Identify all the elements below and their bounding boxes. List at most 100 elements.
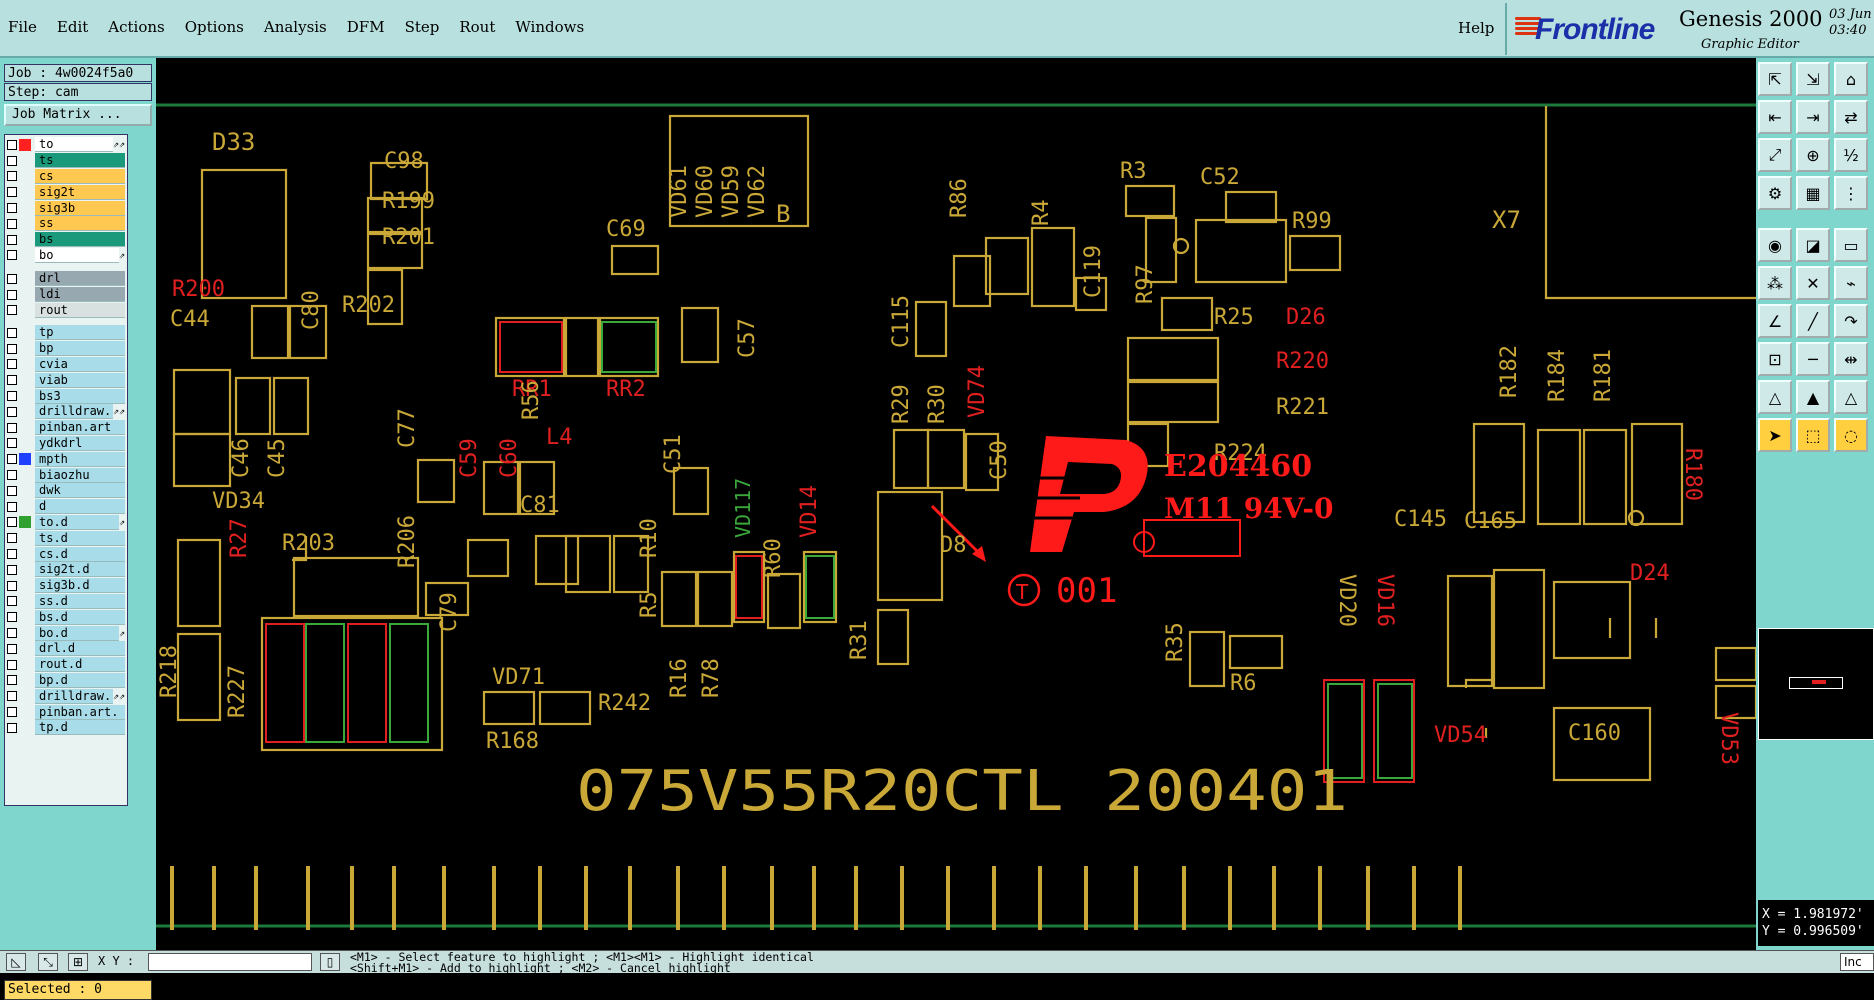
designator-c165[interactable]: C165 xyxy=(1464,509,1517,534)
tool-zoom-fit-icon[interactable]: ⤢ xyxy=(1758,138,1792,172)
layer-row[interactable]: drilldraw. ⇗⇗ xyxy=(7,404,127,420)
designator-vd59[interactable]: VD59 xyxy=(719,165,744,218)
designator-vd117[interactable]: VD117 xyxy=(731,478,755,538)
layer-row[interactable]: to.d ⇗ xyxy=(7,514,127,531)
layer-name[interactable]: drilldraw. xyxy=(35,404,113,420)
layer-name[interactable]: sig3b.d xyxy=(35,578,125,594)
layer-checkbox[interactable] xyxy=(7,218,17,229)
grid-toggle-icon[interactable]: ⊞ xyxy=(68,953,88,971)
layer-name[interactable]: cvia xyxy=(35,356,125,372)
layer-checkbox[interactable] xyxy=(7,580,17,591)
tool-connect-icon[interactable]: ⁂ xyxy=(1758,266,1792,300)
tool-measure-icon[interactable]: ◉ xyxy=(1758,228,1792,262)
designator-vd62[interactable]: VD62 xyxy=(745,165,770,218)
layer-name[interactable]: ldi xyxy=(35,287,125,303)
layer-name[interactable]: pinban.art xyxy=(35,420,125,436)
designator-r31[interactable]: R31 xyxy=(847,620,872,660)
designator-b[interactable]: B xyxy=(776,200,790,228)
designator-c115[interactable]: C115 xyxy=(889,295,914,348)
designator-vd71[interactable]: VD71 xyxy=(492,665,545,690)
designator-r97[interactable]: R97 xyxy=(1133,264,1158,304)
layer-name[interactable]: dwk xyxy=(35,483,125,499)
designator-r220[interactable]: R220 xyxy=(1276,349,1329,374)
designator-vd74[interactable]: VD74 xyxy=(965,365,990,418)
designator-c51[interactable]: C51 xyxy=(661,434,686,474)
layer-name[interactable]: drl xyxy=(35,271,125,287)
layer-row[interactable]: sig3b.d xyxy=(7,578,127,594)
designator-r3[interactable]: R3 xyxy=(1120,159,1147,184)
layer-checkbox[interactable] xyxy=(7,250,17,261)
designator-r221[interactable]: R221 xyxy=(1276,395,1329,420)
layer-checkbox[interactable] xyxy=(7,155,17,166)
overview-preview[interactable] xyxy=(1758,628,1874,740)
designator-c44[interactable]: C44 xyxy=(170,307,210,332)
layer-checkbox[interactable] xyxy=(7,691,17,702)
layer-row[interactable]: sig2t xyxy=(7,184,127,200)
layer-name[interactable]: biaozhu xyxy=(35,467,125,483)
layer-row[interactable]: ldi xyxy=(7,287,127,303)
designator-c79[interactable]: C79 xyxy=(437,592,462,632)
designator-r78[interactable]: R78 xyxy=(699,658,724,698)
tool-pointer-icon[interactable]: ➤ xyxy=(1758,418,1792,452)
designator-r25[interactable]: R25 xyxy=(1214,305,1254,330)
designator-c45[interactable]: C45 xyxy=(265,438,290,478)
designator-c52[interactable]: C52 xyxy=(1200,165,1240,190)
layer-checkbox[interactable] xyxy=(7,234,17,245)
layer-row[interactable]: mpth xyxy=(7,451,127,467)
tool-link-icon[interactable]: ⌁ xyxy=(1834,266,1868,300)
layer-row[interactable]: bo ⇗ xyxy=(7,247,127,264)
layer-checkbox[interactable] xyxy=(7,564,17,575)
layer-name[interactable]: to xyxy=(35,137,113,153)
tool-save-icon[interactable]: ⇲ xyxy=(1796,62,1830,96)
layer-checkbox[interactable] xyxy=(7,517,17,528)
layer-name[interactable]: bs3 xyxy=(35,388,125,404)
resize-icon[interactable]: ◺ xyxy=(6,953,26,971)
job-matrix-button[interactable]: Job Matrix ... xyxy=(4,104,152,126)
designator-c57[interactable]: C57 xyxy=(735,318,760,358)
layer-row[interactable]: bo.d ⇗ xyxy=(7,625,127,641)
layer-name[interactable]: to.d xyxy=(35,514,119,530)
menu-help[interactable]: Help xyxy=(1458,19,1494,37)
tool-pan-left-icon[interactable]: ⇤ xyxy=(1758,100,1792,134)
layer-row[interactable]: biaozhu xyxy=(7,467,127,483)
menu-options[interactable]: Options xyxy=(185,18,244,36)
designator-c81[interactable]: C81 xyxy=(520,493,560,518)
layer-name[interactable]: drilldraw. xyxy=(35,688,113,704)
layer-name[interactable]: ts xyxy=(35,153,125,169)
designator-r99[interactable]: R99 xyxy=(1292,209,1332,234)
tool-ruler-icon[interactable]: ▭ xyxy=(1834,228,1868,262)
tool-settings-icon[interactable]: ⚙ xyxy=(1758,176,1792,210)
layer-row[interactable]: ts.d xyxy=(7,530,127,546)
layer-checkbox[interactable] xyxy=(7,549,17,560)
tool-tri-filled-icon[interactable]: ▲ xyxy=(1796,380,1830,414)
layer-checkbox[interactable] xyxy=(7,391,17,402)
designator-r182[interactable]: R182 xyxy=(1497,345,1522,398)
designator-c98[interactable]: C98 xyxy=(384,149,424,174)
layer-row[interactable]: tp xyxy=(7,325,127,341)
menu-windows[interactable]: Windows xyxy=(515,18,584,36)
layer-list-scrollbar[interactable] xyxy=(130,134,152,806)
snap-toggle-icon[interactable]: ⤡ xyxy=(38,953,58,971)
tool-triangle-icon[interactable]: △ xyxy=(1758,380,1792,414)
layer-name[interactable]: d xyxy=(35,499,125,515)
designator-d24[interactable]: D24 xyxy=(1630,561,1670,586)
layer-checkbox[interactable] xyxy=(7,612,17,623)
preview-viewport[interactable] xyxy=(1789,677,1843,689)
designator-c46[interactable]: C46 xyxy=(229,438,254,478)
layer-row[interactable]: tp.d xyxy=(7,720,127,736)
layer-row[interactable]: pinban.art xyxy=(7,420,127,436)
layer-name[interactable]: ss xyxy=(35,216,125,232)
tool-pointer-circle-icon[interactable]: ◌ xyxy=(1834,418,1868,452)
layer-checkbox[interactable] xyxy=(7,139,17,150)
layer-checkbox[interactable] xyxy=(7,533,17,544)
layer-checkbox[interactable] xyxy=(7,343,17,354)
layer-checkbox[interactable] xyxy=(7,722,17,733)
layer-name[interactable]: tp.d xyxy=(35,720,125,736)
layer-checkbox[interactable] xyxy=(7,501,17,512)
layer-row[interactable]: dwk xyxy=(7,483,127,499)
designator-vd54[interactable]: VD54 xyxy=(1434,723,1487,748)
tool-pointer-box-icon[interactable]: ⬚ xyxy=(1796,418,1830,452)
layer-name[interactable]: bp.d xyxy=(35,672,125,688)
layer-row[interactable]: bs xyxy=(7,232,127,248)
layer-name[interactable]: cs xyxy=(35,168,125,184)
